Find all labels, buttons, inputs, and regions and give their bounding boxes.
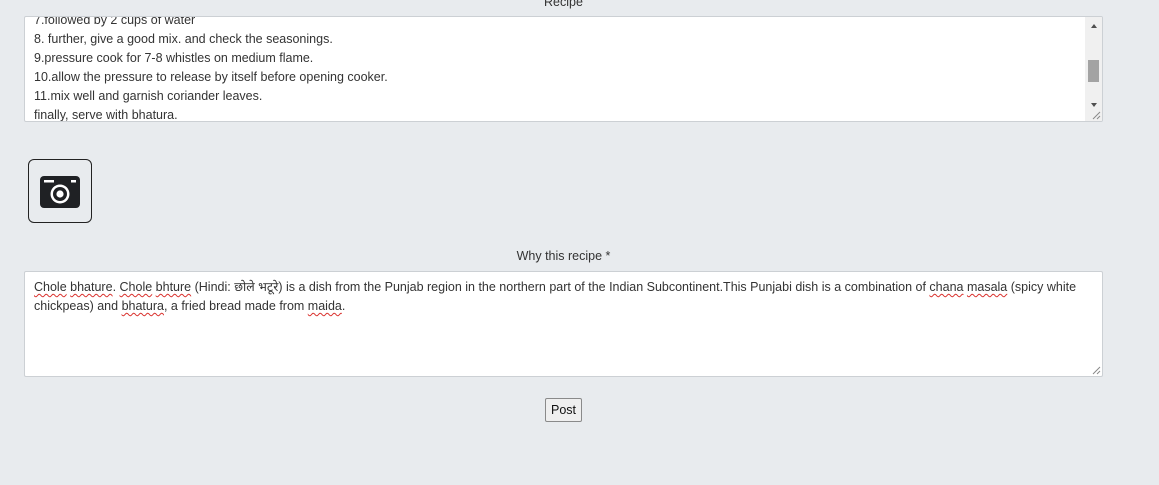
why-recipe-textarea[interactable]: Chole bhature. Chole bhture (Hindi: छोले… xyxy=(24,271,1103,377)
camera-upload-button[interactable] xyxy=(28,159,92,223)
recipe-line: 7.followed by 2 cups of water xyxy=(34,16,196,27)
recipe-text: 7.followed by 2 cups of water 8. further… xyxy=(34,16,1078,122)
misspelled-word: Chole xyxy=(119,280,153,294)
recipe-scrollbar[interactable] xyxy=(1085,17,1102,121)
text-segment: (Hindi: छोले भटूरे) is a dish from the P… xyxy=(191,280,930,294)
misspelled-word: maida xyxy=(307,299,342,313)
text-segment: , a fried bread made from xyxy=(163,299,308,313)
misspelled-word: bhture xyxy=(155,280,192,294)
recipe-label: Recipe xyxy=(544,0,583,9)
misspelled-word: masala xyxy=(966,280,1008,294)
why-recipe-text: Chole bhature. Chole bhture (Hindi: छोले… xyxy=(34,278,1093,316)
recipe-line: 11.mix well and garnish coriander leaves… xyxy=(34,89,263,103)
misspelled-word: bhatura xyxy=(131,108,175,122)
recipe-line-prefix: finally, serve with xyxy=(34,108,132,122)
recipe-textarea[interactable]: 7.followed by 2 cups of water 8. further… xyxy=(24,16,1103,122)
recipe-line: 10.allow the pressure to release by itse… xyxy=(34,70,388,84)
misspelled-word: chana xyxy=(929,280,964,294)
text-segment: . xyxy=(341,299,346,313)
scroll-thumb[interactable] xyxy=(1088,60,1099,82)
why-recipe-label: Why this recipe * xyxy=(516,249,611,263)
post-button[interactable]: Post xyxy=(545,398,582,422)
recipe-line-last: finally, serve with bhatura. xyxy=(34,106,1078,122)
recipe-form-page: Recipe 7.followed by 2 cups of water 8. … xyxy=(0,0,1159,485)
recipe-line: 9.pressure cook for 7-8 whistles on medi… xyxy=(34,51,314,65)
resize-grip-icon[interactable] xyxy=(1092,111,1101,120)
camera-icon xyxy=(40,176,80,208)
resize-grip-icon[interactable] xyxy=(1092,366,1101,375)
misspelled-word: Chole xyxy=(34,280,67,294)
scroll-up-arrow-icon[interactable] xyxy=(1085,17,1102,34)
text-segment: . xyxy=(112,280,120,294)
misspelled-word: bhature xyxy=(70,280,113,294)
recipe-line: 8. further, give a good mix. and check t… xyxy=(34,32,333,46)
misspelled-word: bhatura xyxy=(121,299,164,313)
recipe-line-suffix: . xyxy=(174,108,178,122)
